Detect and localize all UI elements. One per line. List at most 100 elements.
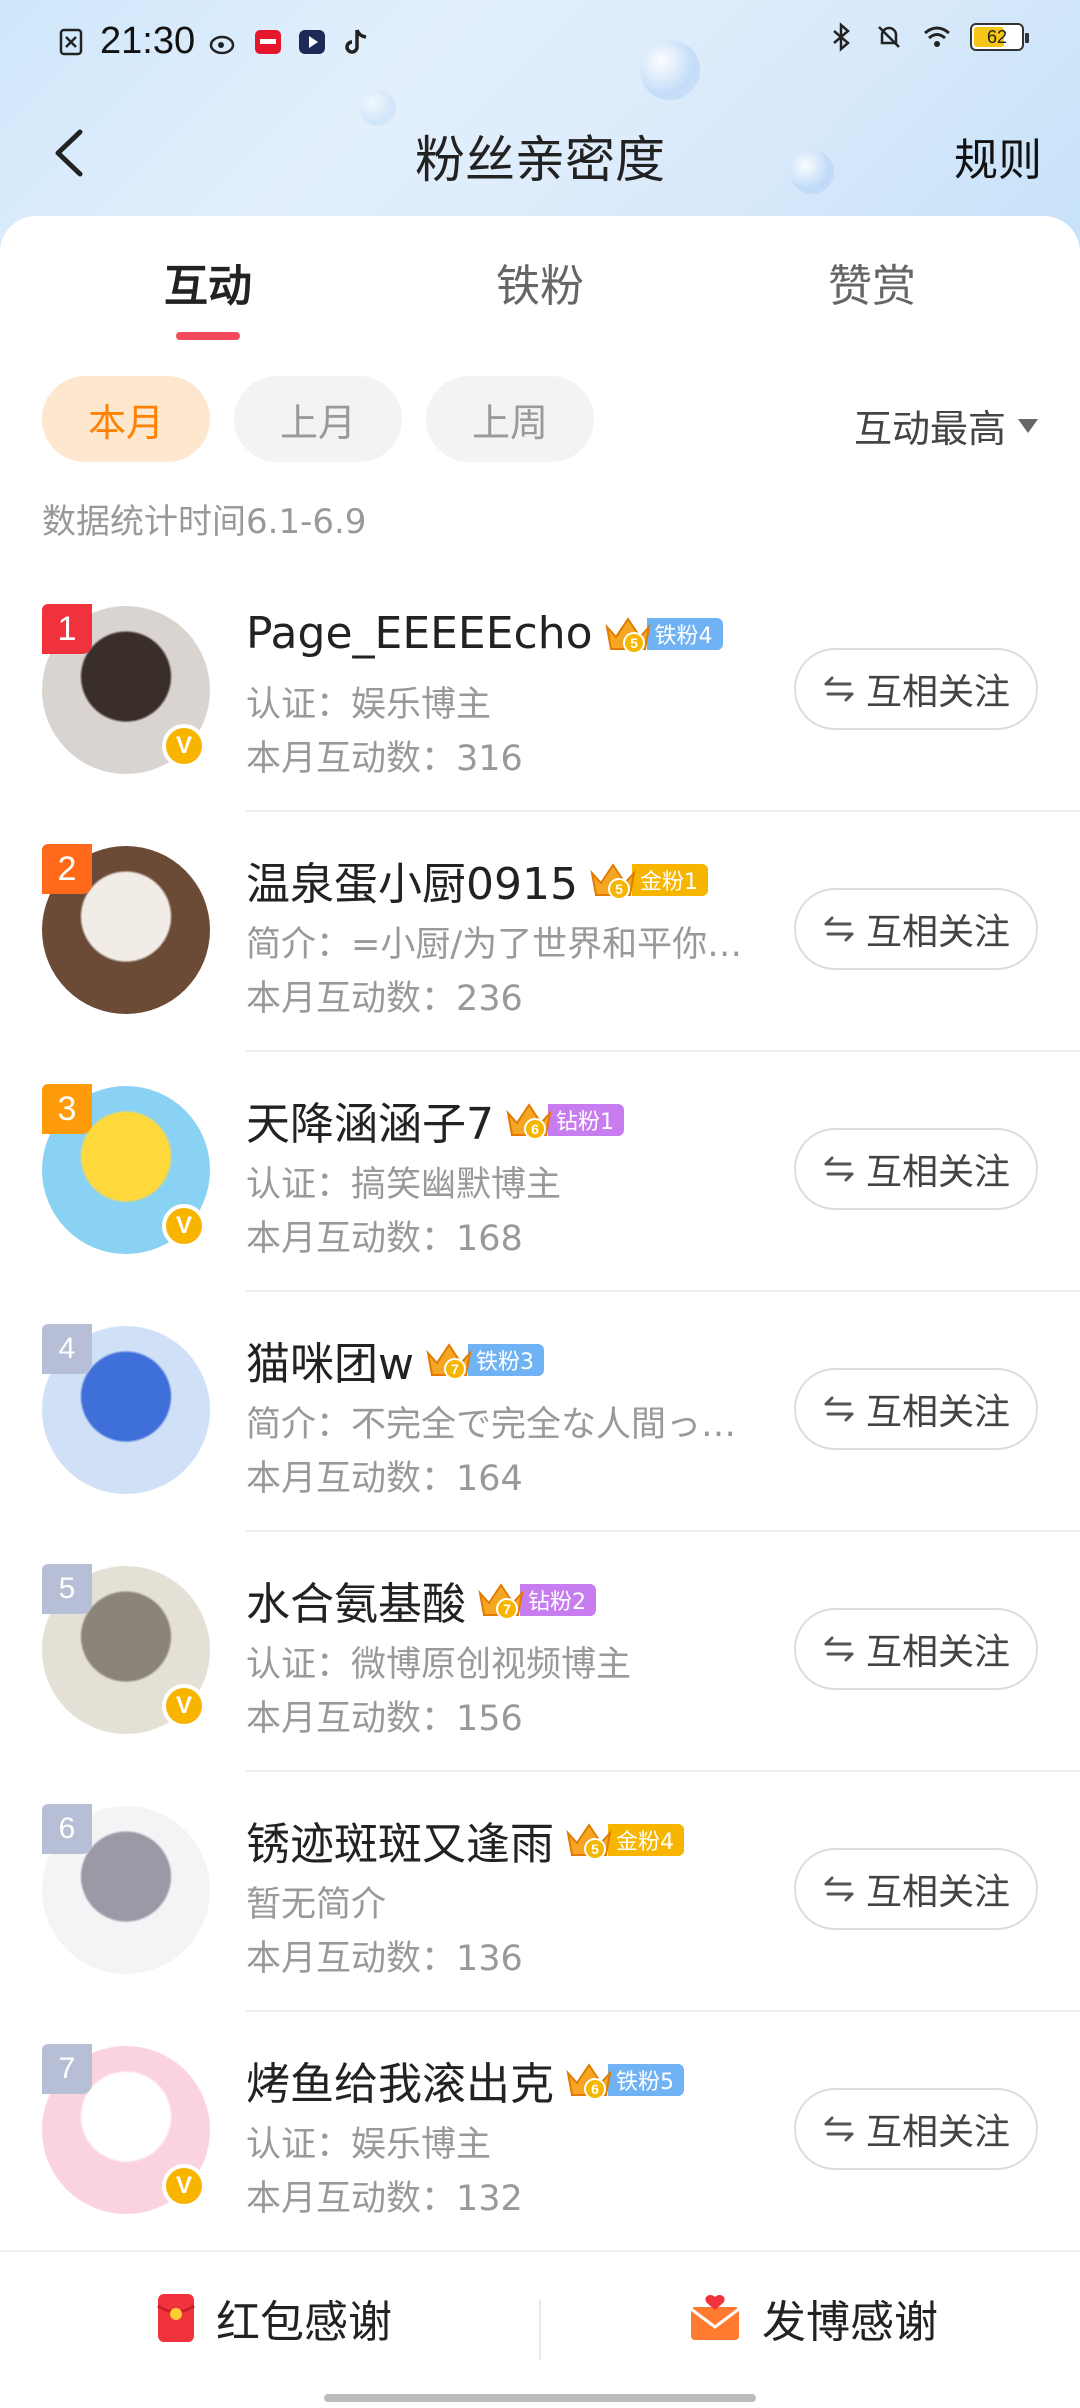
fan-badge-label: 金粉1 — [631, 864, 708, 896]
list-item[interactable]: 2 温泉蛋小厨0915 5 金粉1 简介：=小厨/为了世界和平你… 本月互动数：… — [0, 812, 1080, 1052]
filter-this-month[interactable]: 本月 — [42, 376, 210, 462]
tab-iron-fans-label: 铁粉 — [496, 261, 584, 312]
crown-level: 5 — [591, 1841, 599, 1857]
fan-description: 认证：娱乐博主 — [246, 685, 492, 725]
nav-bar: 粉丝亲密度 规则 — [0, 100, 1080, 204]
name-line: 锈迹斑斑又逢雨 5 金粉4 — [246, 1808, 684, 1872]
interaction-count: 本月互动数：168 — [246, 1219, 523, 1259]
list-item[interactable]: 4 猫咪团w 7 铁粉3 简介：不完全で完全な人間っ… 本月互动数：164 互相… — [0, 1292, 1080, 1532]
swap-arrows-icon — [824, 1876, 854, 1902]
mutual-follow-button[interactable]: 互相关注 — [794, 1368, 1038, 1450]
crown-icon: 7 — [478, 1583, 524, 1620]
crown-icon: 5 — [590, 863, 636, 900]
fan-name[interactable]: 猫咪团w — [246, 1328, 414, 1392]
crown-level: 7 — [451, 1361, 459, 1377]
fan-level-badge: 5 铁粉4 — [603, 615, 723, 654]
rank-badge: 2 — [42, 844, 92, 894]
name-line: 烤鱼给我滚出克 6 铁粉5 — [246, 2048, 684, 2112]
mutual-follow-button[interactable]: 互相关注 — [794, 1128, 1038, 1210]
rank-badge: 4 — [42, 1324, 92, 1374]
red-packet-icon — [157, 2294, 195, 2342]
mutual-follow-label: 互相关注 — [865, 912, 1010, 953]
sort-label: 互动最高 — [853, 407, 1006, 451]
mutual-follow-button[interactable]: 互相关注 — [794, 648, 1038, 730]
fan-name[interactable]: 天降涵涵子7 — [246, 1088, 494, 1152]
crown-level: 5 — [615, 881, 623, 897]
tab-iron-fans[interactable]: 铁粉 — [440, 250, 640, 314]
interaction-count: 本月互动数：164 — [246, 1459, 523, 1499]
red-packet-thanks-button[interactable]: 红包感谢 — [156, 2286, 392, 2350]
period-filters: 本月 上月 上周 — [42, 376, 594, 462]
mutual-follow-label: 互相关注 — [865, 2112, 1010, 2153]
fan-level-badge: 7 钻粉2 — [476, 1581, 596, 1620]
interaction-count: 本月互动数：156 — [246, 1699, 523, 1739]
post-thanks-button[interactable]: 发博感谢 — [688, 2286, 938, 2350]
verified-badge-icon: V — [162, 1684, 206, 1728]
swap-arrows-icon — [824, 2116, 854, 2142]
fan-badge-label: 铁粉4 — [646, 617, 723, 650]
list-item[interactable]: 6 锈迹斑斑又逢雨 5 金粉4 暂无简介 本月互动数：136 互相关注 — [0, 1772, 1080, 2012]
crown-icon: 6 — [506, 1103, 552, 1140]
fan-level-badge: 6 钻粉1 — [504, 1101, 624, 1140]
avatar-container[interactable]: 6 — [42, 1804, 210, 1974]
tab-appreciation[interactable]: 赞赏 — [772, 250, 972, 314]
fan-description: 认证：搞笑幽默博主 — [246, 1165, 562, 1205]
fan-badge-label: 铁粉5 — [608, 2064, 684, 2096]
rules-link[interactable]: 规则 — [954, 124, 1042, 188]
sort-dropdown[interactable]: 互动最高 — [854, 398, 1038, 453]
avatar-container[interactable]: 2 — [42, 844, 210, 1014]
home-indicator — [324, 2394, 756, 2402]
tab-interaction[interactable]: 互动 — [108, 250, 308, 340]
caret-down-icon — [1018, 418, 1038, 433]
crown-level: 6 — [591, 2081, 599, 2097]
crown-level: 7 — [503, 1601, 511, 1617]
app-red-icon — [255, 29, 282, 54]
fan-badge-label: 金粉4 — [608, 1824, 684, 1856]
fan-level-badge: 5 金粉4 — [564, 1821, 684, 1860]
tiktok-icon — [345, 28, 367, 54]
tab-appreciation-label: 赞赏 — [828, 261, 916, 312]
avatar-container[interactable]: 5 V — [42, 1564, 210, 1734]
mutual-follow-button[interactable]: 互相关注 — [794, 2088, 1038, 2170]
avatar-container[interactable]: 7 V — [42, 2044, 210, 2214]
name-line: Page_EEEEEcho 5 铁粉4 — [246, 608, 723, 659]
tab-bar: 互动 铁粉 赞赏 — [0, 250, 1080, 350]
mutual-follow-button[interactable]: 互相关注 — [794, 1608, 1038, 1690]
avatar-container[interactable]: 3 V — [42, 1084, 210, 1254]
list-item[interactable]: 5 V 水合氨基酸 7 钻粉2 认证：微博原创视频博主 本月互动数：156 互相… — [0, 1532, 1080, 1772]
fan-badge-label: 钻粉2 — [520, 1584, 596, 1616]
crown-icon: 7 — [426, 1343, 472, 1380]
crown-icon: 5 — [604, 616, 651, 654]
fan-name[interactable]: Page_EEEEEcho — [246, 608, 593, 659]
fan-description: 认证：微博原创视频博主 — [246, 1645, 632, 1685]
swap-arrows-icon — [824, 1396, 854, 1422]
fan-badge-label: 铁粉3 — [468, 1344, 544, 1376]
envelope-heart-icon — [690, 2294, 740, 2340]
active-tab-indicator — [176, 332, 240, 340]
rank-badge: 1 — [42, 604, 92, 654]
mutual-follow-button[interactable]: 互相关注 — [794, 888, 1038, 970]
interaction-count: 本月互动数：236 — [246, 979, 523, 1019]
crown-level: 5 — [630, 635, 638, 651]
fan-name[interactable]: 烤鱼给我滚出克 — [246, 2048, 554, 2112]
fan-name[interactable]: 锈迹斑斑又逢雨 — [246, 1808, 554, 1872]
avatar-container[interactable]: 1 V — [42, 604, 210, 774]
interaction-count: 本月互动数：132 — [246, 2179, 523, 2219]
interaction-count: 本月互动数：136 — [246, 1939, 523, 1979]
battery-level: 62 — [986, 27, 1008, 47]
page-title: 粉丝亲密度 — [415, 131, 665, 189]
fan-name[interactable]: 水合氨基酸 — [246, 1568, 466, 1632]
list-item[interactable]: 7 V 烤鱼给我滚出克 6 铁粉5 认证：娱乐博主 本月互动数：132 互相关注 — [0, 2012, 1080, 2252]
fan-name[interactable]: 温泉蛋小厨0915 — [246, 848, 578, 912]
list-item[interactable]: 1 V Page_EEEEEcho 5 铁粉4 认证：娱乐博主 本月互动数：31… — [0, 572, 1080, 812]
mutual-follow-button[interactable]: 互相关注 — [794, 1848, 1038, 1930]
mutual-follow-label: 互相关注 — [865, 1632, 1010, 1673]
avatar-container[interactable]: 4 — [42, 1324, 210, 1494]
list-item[interactable]: 3 V 天降涵涵子7 6 钻粉1 认证：搞笑幽默博主 本月互动数：168 互相关… — [0, 1052, 1080, 1292]
filter-last-month[interactable]: 上月 — [234, 376, 402, 462]
wifi-icon — [924, 26, 950, 47]
filter-last-week[interactable]: 上周 — [426, 376, 594, 462]
crown-icon: 5 — [566, 1823, 612, 1860]
battery-indicator: 62 — [970, 23, 1029, 51]
name-line: 猫咪团w 7 铁粉3 — [246, 1328, 544, 1392]
